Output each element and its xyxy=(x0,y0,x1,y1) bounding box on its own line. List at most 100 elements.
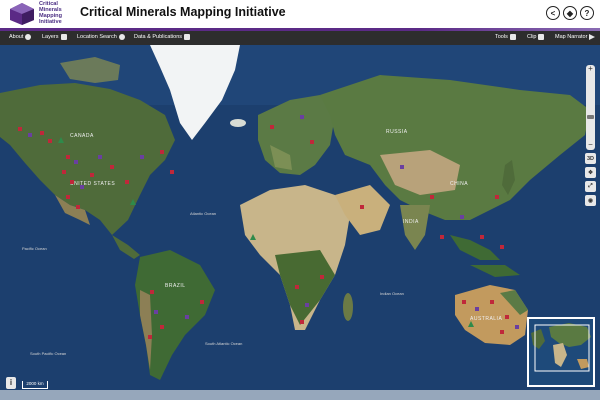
location-search-label: Location Search xyxy=(77,34,117,40)
deposit-marker[interactable] xyxy=(90,173,94,177)
help-icon[interactable]: ? xyxy=(580,6,594,20)
deposit-marker[interactable] xyxy=(460,215,464,219)
deposit-marker[interactable] xyxy=(305,303,309,307)
layers-menu[interactable]: Layers xyxy=(42,34,67,40)
deposit-marker[interactable] xyxy=(170,170,174,174)
deposit-marker[interactable] xyxy=(500,245,504,249)
map-pin-icon xyxy=(118,34,125,40)
zoom-slider[interactable]: + − xyxy=(586,65,595,150)
deposit-marker[interactable] xyxy=(62,170,66,174)
deposit-marker[interactable] xyxy=(300,320,304,324)
deposit-marker[interactable] xyxy=(110,165,114,169)
zoom-slider-handle[interactable] xyxy=(587,115,594,119)
label-china: CHINA xyxy=(450,181,468,187)
label-south-pacific: South Pacific Ocean xyxy=(30,351,66,356)
deposit-marker[interactable] xyxy=(360,205,364,209)
pan-compass-icon[interactable]: ✥ xyxy=(585,167,596,178)
deposit-marker[interactable] xyxy=(430,195,434,199)
app-title: Critical Minerals Mapping Initiative xyxy=(80,5,286,19)
about-label: About xyxy=(9,34,24,40)
wrench-icon xyxy=(509,34,516,40)
data-publications-label: Data & Publications xyxy=(134,34,182,40)
tools-menu[interactable]: Tools xyxy=(495,34,516,40)
data-publications-menu[interactable]: Data & Publications xyxy=(134,34,190,40)
deposit-marker[interactable] xyxy=(480,235,484,239)
deposit-marker[interactable] xyxy=(154,310,158,314)
overview-map-canvas xyxy=(529,319,593,385)
deposit-marker[interactable] xyxy=(125,180,129,184)
deposit-marker[interactable] xyxy=(160,325,164,329)
deposit-marker[interactable] xyxy=(148,335,152,339)
deposit-marker[interactable] xyxy=(18,127,22,131)
document-icon xyxy=(184,34,190,40)
deposit-marker[interactable] xyxy=(440,235,444,239)
3d-view-button[interactable]: 3D xyxy=(585,153,596,164)
deposit-marker[interactable] xyxy=(66,195,70,199)
label-canada: CANADA xyxy=(70,133,94,139)
label-pacific: Pacific Ocean xyxy=(22,246,47,251)
deposit-marker[interactable] xyxy=(200,300,204,304)
play-icon xyxy=(589,34,596,40)
map-canvas[interactable]: RUSSIA CANADA UNITED STATES Pacific Ocea… xyxy=(0,45,600,400)
layers-icon xyxy=(60,34,67,40)
deposit-marker[interactable] xyxy=(28,133,32,137)
cmmi-logo xyxy=(10,3,34,25)
info-icon[interactable]: i xyxy=(6,377,16,389)
tools-label: Tools xyxy=(495,34,508,40)
about-menu[interactable]: About xyxy=(9,34,32,40)
deposit-marker[interactable] xyxy=(160,150,164,154)
deposit-marker[interactable] xyxy=(74,160,78,164)
deposit-marker[interactable] xyxy=(76,205,80,209)
info-circle-icon xyxy=(25,34,32,40)
deposit-marker[interactable] xyxy=(505,315,509,319)
deposit-marker[interactable] xyxy=(490,300,494,304)
fullscreen-icon[interactable]: ⤢ xyxy=(585,181,596,192)
overview-map[interactable] xyxy=(527,317,595,387)
location-search-menu[interactable]: Location Search xyxy=(77,34,125,40)
locate-icon[interactable]: ◉ xyxy=(585,195,596,206)
world-map[interactable]: RUSSIA CANADA UNITED STATES Pacific Ocea… xyxy=(0,45,600,400)
label-russia: RUSSIA xyxy=(386,129,408,135)
label-australia: AUSTRALIA xyxy=(470,316,502,322)
deposit-marker[interactable] xyxy=(270,125,274,129)
scissors-icon xyxy=(538,34,545,40)
deposit-marker[interactable] xyxy=(320,275,324,279)
deposit-marker[interactable] xyxy=(80,185,84,189)
logo-text: Critical Minerals Mapping Initiative xyxy=(39,1,75,25)
deposit-marker[interactable] xyxy=(310,140,314,144)
clip-menu[interactable]: Clip xyxy=(527,34,545,40)
header-icon-group: < ◆ ? xyxy=(546,6,594,20)
basemap-icon[interactable]: ◆ xyxy=(563,6,577,20)
deposit-marker[interactable] xyxy=(515,325,519,329)
zoom-in-button[interactable]: + xyxy=(586,65,595,74)
scale-bar: 2000 km xyxy=(22,381,48,389)
deposit-marker[interactable] xyxy=(150,290,154,294)
deposit-marker[interactable] xyxy=(295,285,299,289)
deposit-marker[interactable] xyxy=(140,155,144,159)
deposit-marker[interactable] xyxy=(500,330,504,334)
label-india: INDIA xyxy=(403,219,419,225)
deposit-marker[interactable] xyxy=(98,155,102,159)
map-narrator-label: Map Narrator xyxy=(555,34,588,40)
deposit-marker[interactable] xyxy=(48,139,52,143)
deposit-marker[interactable] xyxy=(475,307,479,311)
layers-label: Layers xyxy=(42,34,59,40)
share-icon[interactable]: < xyxy=(546,6,560,20)
deposit-marker[interactable] xyxy=(66,155,70,159)
label-usa: UNITED STATES xyxy=(70,181,115,187)
deposit-marker[interactable] xyxy=(462,300,466,304)
deposit-marker[interactable] xyxy=(300,115,304,119)
deposit-marker[interactable] xyxy=(400,165,404,169)
zoom-out-button[interactable]: − xyxy=(586,141,595,150)
label-brazil: BRAZIL xyxy=(165,283,186,289)
map-narrator-menu[interactable]: Map Narrator xyxy=(555,34,596,40)
deposit-marker[interactable] xyxy=(40,131,44,135)
madagascar xyxy=(343,293,353,321)
antarctica xyxy=(0,390,600,400)
iceland xyxy=(230,119,246,127)
deposit-marker[interactable] xyxy=(70,180,74,184)
deposit-marker[interactable] xyxy=(185,315,189,319)
label-south-atlantic: South Atlantic Ocean xyxy=(205,341,242,346)
deposit-marker[interactable] xyxy=(495,195,499,199)
label-indian-ocean: Indian Ocean xyxy=(380,291,404,296)
